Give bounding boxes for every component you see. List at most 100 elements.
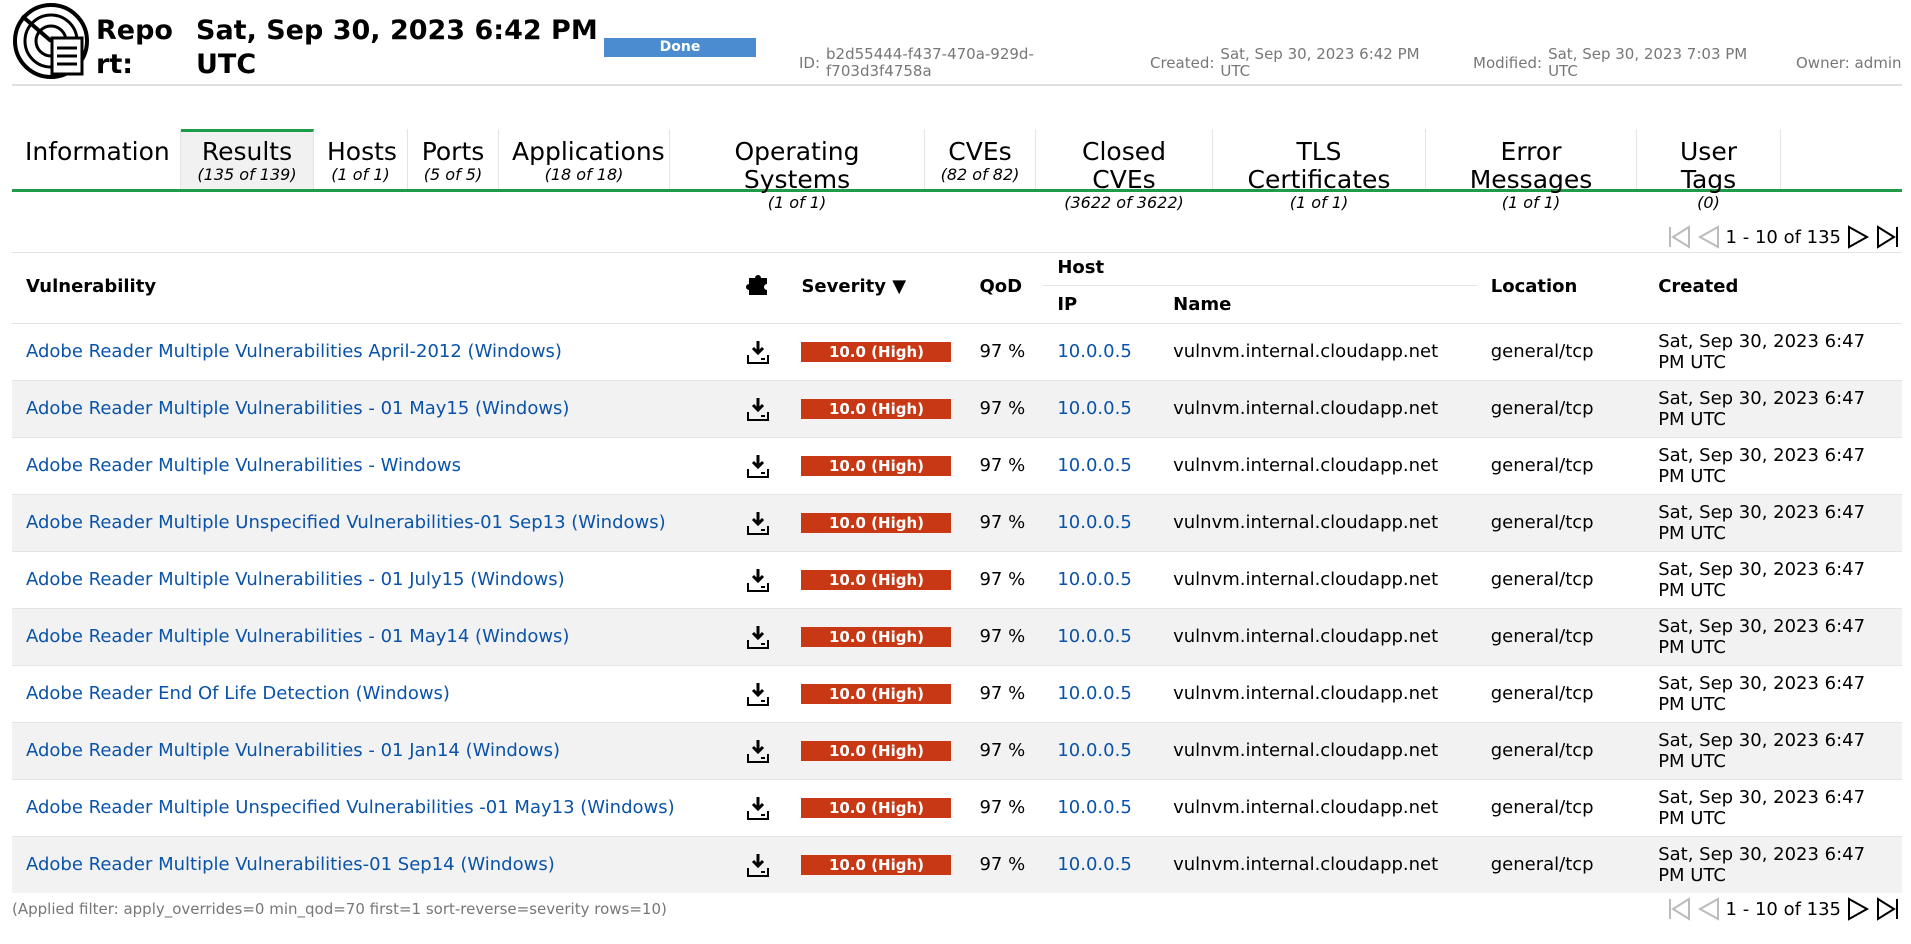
- created-value: Sat, Sep 30, 2023 6:47 PM UTC: [1658, 558, 1866, 601]
- qod-value: 97 %: [965, 664, 1044, 722]
- report-created: Created: Sat, Sep 30, 2023 6:42 PM UTC: [1150, 46, 1450, 80]
- report-modified: Modified: Sat, Sep 30, 2023 7:03 PM UTC: [1473, 46, 1778, 80]
- host-ip-link[interactable]: 10.0.0.5: [1057, 512, 1131, 533]
- created-value: Sat, Sep 30, 2023 6:47 PM UTC: [1658, 387, 1866, 430]
- download-icon[interactable]: [746, 453, 770, 479]
- host-ip-link[interactable]: 10.0.0.5: [1057, 854, 1131, 875]
- download-icon[interactable]: [746, 396, 770, 422]
- host-ip-link[interactable]: 10.0.0.5: [1057, 797, 1131, 818]
- column-header-name[interactable]: Name: [1159, 285, 1477, 323]
- tab-results[interactable]: Results (135 of 139): [181, 129, 314, 189]
- tab-operating-systems[interactable]: Operating Systems (1 of 1): [670, 129, 925, 212]
- next-page-icon[interactable]: [1845, 224, 1871, 250]
- location-value: general/tcp: [1476, 835, 1645, 893]
- vulnerability-link[interactable]: Adobe Reader Multiple Unspecified Vulner…: [26, 512, 666, 533]
- vulnerability-link[interactable]: Adobe Reader Multiple Vulnerabilities-01…: [26, 854, 555, 875]
- qod-value: 97 %: [965, 835, 1044, 893]
- report-date: Sat, Sep 30, 2023 6:42 PM UTC: [196, 15, 598, 80]
- created-value: Sat, Sep 30, 2023 6:47 PM UTC: [1658, 501, 1866, 544]
- vulnerability-link[interactable]: Adobe Reader Multiple Vulnerabilities - …: [26, 455, 461, 476]
- severity-badge: 10.0 (High): [801, 342, 952, 362]
- table-row: Adobe Reader Multiple Vulnerabilities - …: [12, 607, 1902, 665]
- tab-count: (1 of 1): [767, 193, 827, 212]
- created-value: Sat, Sep 30, 2023 6:47 PM UTC: [1658, 615, 1866, 658]
- column-header-vulnerability[interactable]: Vulnerability: [12, 251, 732, 323]
- download-icon[interactable]: [746, 738, 770, 764]
- download-icon[interactable]: [746, 624, 770, 650]
- next-page-icon[interactable]: [1845, 896, 1871, 922]
- location-value: general/tcp: [1476, 607, 1645, 665]
- tab-ports[interactable]: Ports (5 of 5): [408, 129, 499, 189]
- host-ip-link[interactable]: 10.0.0.5: [1057, 455, 1131, 476]
- host-ip-link[interactable]: 10.0.0.5: [1057, 626, 1131, 647]
- download-icon[interactable]: [746, 852, 770, 878]
- vulnerability-link[interactable]: Adobe Reader Multiple Vulnerabilities - …: [26, 626, 569, 647]
- column-header-location[interactable]: Location: [1477, 251, 1644, 323]
- first-page-icon[interactable]: [1666, 224, 1692, 250]
- download-icon[interactable]: [746, 795, 770, 821]
- tab-count: (5 of 5): [423, 165, 483, 184]
- location-value: general/tcp: [1476, 379, 1645, 437]
- tab-count: (0): [1697, 193, 1720, 212]
- location-value: general/tcp: [1476, 778, 1645, 836]
- host-ip-link[interactable]: 10.0.0.5: [1057, 341, 1131, 362]
- vulnerability-link[interactable]: Adobe Reader Multiple Unspecified Vulner…: [26, 797, 675, 818]
- column-header-host: Host: [1043, 251, 1477, 286]
- tab-label: CVEs: [948, 137, 1012, 166]
- host-ip-link[interactable]: 10.0.0.5: [1057, 398, 1131, 419]
- tab-error-messages[interactable]: Error Messages (1 of 1): [1426, 129, 1637, 212]
- previous-page-icon[interactable]: [1696, 224, 1722, 250]
- tab-tls-certificates[interactable]: TLS Certificates (1 of 1): [1213, 129, 1426, 212]
- table-row: Adobe Reader Multiple Vulnerabilities-01…: [12, 835, 1902, 893]
- tab-closed-cves[interactable]: Closed CVEs (3622 of 3622): [1036, 129, 1213, 212]
- tab-label: Applications: [512, 137, 665, 166]
- host-ip-link[interactable]: 10.0.0.5: [1057, 683, 1131, 704]
- table-row: Adobe Reader Multiple Unspecified Vulner…: [12, 493, 1902, 551]
- tab-user-tags[interactable]: User Tags (0): [1637, 129, 1781, 212]
- vulnerability-link[interactable]: Adobe Reader Multiple Vulnerabilities - …: [26, 398, 569, 419]
- column-header-created[interactable]: Created: [1644, 251, 1902, 323]
- report-id: ID: b2d55444-f437-470a-929d-f703d3f4758a: [799, 46, 1066, 80]
- last-page-icon[interactable]: [1875, 224, 1901, 250]
- host-name: vulnvm.internal.cloudapp.net: [1159, 607, 1477, 665]
- download-icon[interactable]: [746, 339, 770, 365]
- qod-value: 97 %: [965, 550, 1044, 608]
- vulnerability-link[interactable]: Adobe Reader Multiple Vulnerabilities - …: [26, 569, 565, 590]
- download-icon[interactable]: [746, 681, 770, 707]
- first-page-icon[interactable]: [1666, 896, 1692, 922]
- tab-count: (1 of 1): [1501, 193, 1561, 212]
- host-ip-link[interactable]: 10.0.0.5: [1057, 569, 1131, 590]
- tab-hosts[interactable]: Hosts (1 of 1): [314, 129, 408, 189]
- severity-badge: 10.0 (High): [801, 399, 952, 419]
- tab-label: Operating Systems: [734, 137, 860, 194]
- puzzle-icon: [745, 275, 767, 296]
- host-name: vulnvm.internal.cloudapp.net: [1159, 493, 1477, 551]
- tab-cves[interactable]: CVEs (82 of 82): [925, 129, 1036, 189]
- owner-label: Owner: admin: [1796, 54, 1902, 72]
- host-name: vulnvm.internal.cloudapp.net: [1159, 322, 1477, 380]
- pagination-top: 1 - 10 of 135: [1666, 224, 1901, 250]
- previous-page-icon[interactable]: [1696, 896, 1722, 922]
- host-name: vulnvm.internal.cloudapp.net: [1159, 550, 1477, 608]
- download-icon[interactable]: [746, 567, 770, 593]
- tab-count: (1 of 1): [1289, 193, 1349, 212]
- created-value: Sat, Sep 30, 2023 6:47 PM UTC: [1658, 786, 1866, 829]
- severity-badge: 10.0 (High): [801, 741, 952, 761]
- vulnerability-link[interactable]: Adobe Reader End Of Life Detection (Wind…: [26, 683, 450, 704]
- column-header-qod[interactable]: QoD: [965, 251, 1043, 323]
- table-row: Adobe Reader Multiple Vulnerabilities - …: [12, 379, 1902, 437]
- column-header-severity[interactable]: Severity ▼: [787, 251, 965, 323]
- vulnerability-link[interactable]: Adobe Reader Multiple Vulnerabilities Ap…: [26, 341, 562, 362]
- severity-badge: 10.0 (High): [801, 456, 952, 476]
- host-ip-link[interactable]: 10.0.0.5: [1057, 740, 1131, 761]
- tab-label: Results: [201, 137, 293, 166]
- download-icon[interactable]: [746, 510, 770, 536]
- tab-label: Closed CVEs: [1082, 137, 1166, 194]
- column-header-ip[interactable]: IP: [1043, 285, 1159, 323]
- last-page-icon[interactable]: [1875, 896, 1901, 922]
- severity-badge: 10.0 (High): [801, 798, 952, 818]
- tab-information[interactable]: Information: [12, 129, 181, 189]
- tab-applications[interactable]: Applications (18 of 18): [499, 129, 670, 189]
- host-name: vulnvm.internal.cloudapp.net: [1159, 721, 1477, 779]
- vulnerability-link[interactable]: Adobe Reader Multiple Vulnerabilities - …: [26, 740, 560, 761]
